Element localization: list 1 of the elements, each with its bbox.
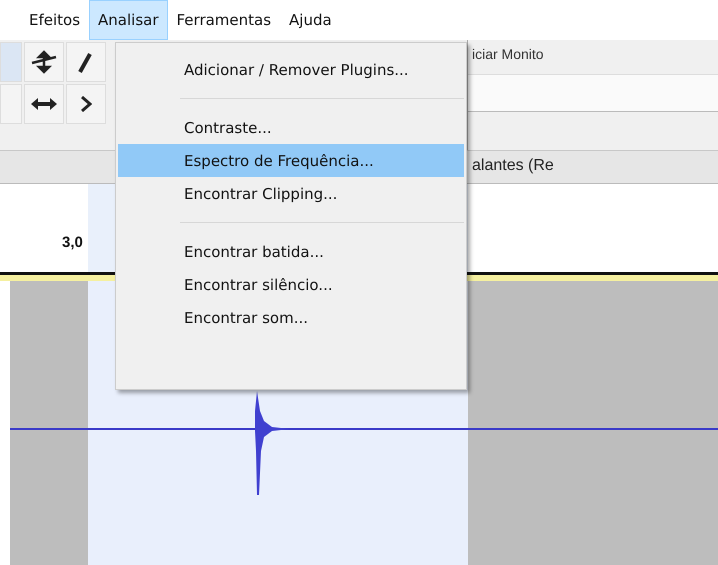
tick-label: 3,0 [62,234,83,251]
